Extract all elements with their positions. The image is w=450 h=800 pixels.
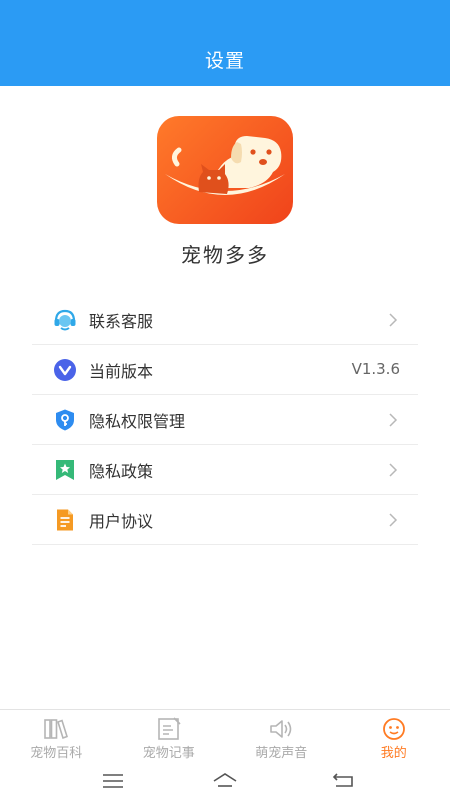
system-navigation-bar [0, 765, 450, 800]
tab-mine[interactable]: 我的 [338, 710, 450, 765]
menu-item-privacy-policy[interactable]: 隐私政策 [32, 445, 418, 495]
app-header: 设置 [0, 0, 450, 86]
version-value: V1.3.6 [351, 360, 400, 378]
tab-pet-encyclopedia[interactable]: 宠物百科 [0, 710, 113, 765]
tab-pet-notes[interactable]: 宠物记事 [113, 710, 226, 765]
menu-item-current-version: 当前版本 V1.3.6 [32, 345, 418, 395]
menu-item-label: 当前版本 [89, 361, 154, 381]
chevron-right-icon [388, 462, 398, 478]
tab-label: 我的 [380, 746, 407, 761]
menu-item-contact-service[interactable]: 联系客服 [32, 295, 418, 345]
chevron-right-icon [388, 412, 398, 428]
menu-item-label: 隐私政策 [89, 461, 154, 481]
menu-item-label: 联系客服 [89, 311, 154, 331]
chevron-right-icon [388, 312, 398, 328]
back-icon[interactable] [330, 771, 356, 791]
tab-label: 宠物百科 [30, 746, 83, 761]
page-title: 设置 [204, 50, 245, 72]
menu-item-label: 隐私权限管理 [89, 411, 186, 431]
tab-label: 宠物记事 [142, 746, 195, 761]
tab-label: 萌宠声音 [255, 746, 308, 761]
menu-icon[interactable] [100, 771, 126, 791]
profile-icon [381, 717, 407, 741]
privacy-permission-icon [53, 408, 77, 432]
menu-item-user-agreement[interactable]: 用户协议 [32, 495, 418, 545]
pet-logo-icon [157, 116, 293, 224]
menu-item-label: 用户协议 [89, 511, 154, 531]
menu-item-privacy-permissions[interactable]: 隐私权限管理 [32, 395, 418, 445]
privacy-policy-icon [53, 458, 77, 482]
bottom-tab-bar: 宠物百科 宠物记事 萌宠声音 我的 [0, 709, 450, 765]
customer-service-icon [53, 308, 77, 332]
tab-cute-pet-sounds[interactable]: 萌宠声音 [225, 710, 338, 765]
app-name: 宠物多多 [181, 243, 269, 267]
user-agreement-icon [53, 508, 77, 532]
speaker-icon [268, 717, 294, 741]
home-icon[interactable] [212, 771, 238, 791]
notes-icon [156, 717, 182, 741]
books-icon [43, 717, 69, 741]
chevron-right-icon [388, 512, 398, 528]
version-icon [53, 358, 77, 382]
settings-menu: 联系客服 当前版本 V1.3.6 隐私权限管理 隐私政策 用户协议 [32, 295, 418, 545]
